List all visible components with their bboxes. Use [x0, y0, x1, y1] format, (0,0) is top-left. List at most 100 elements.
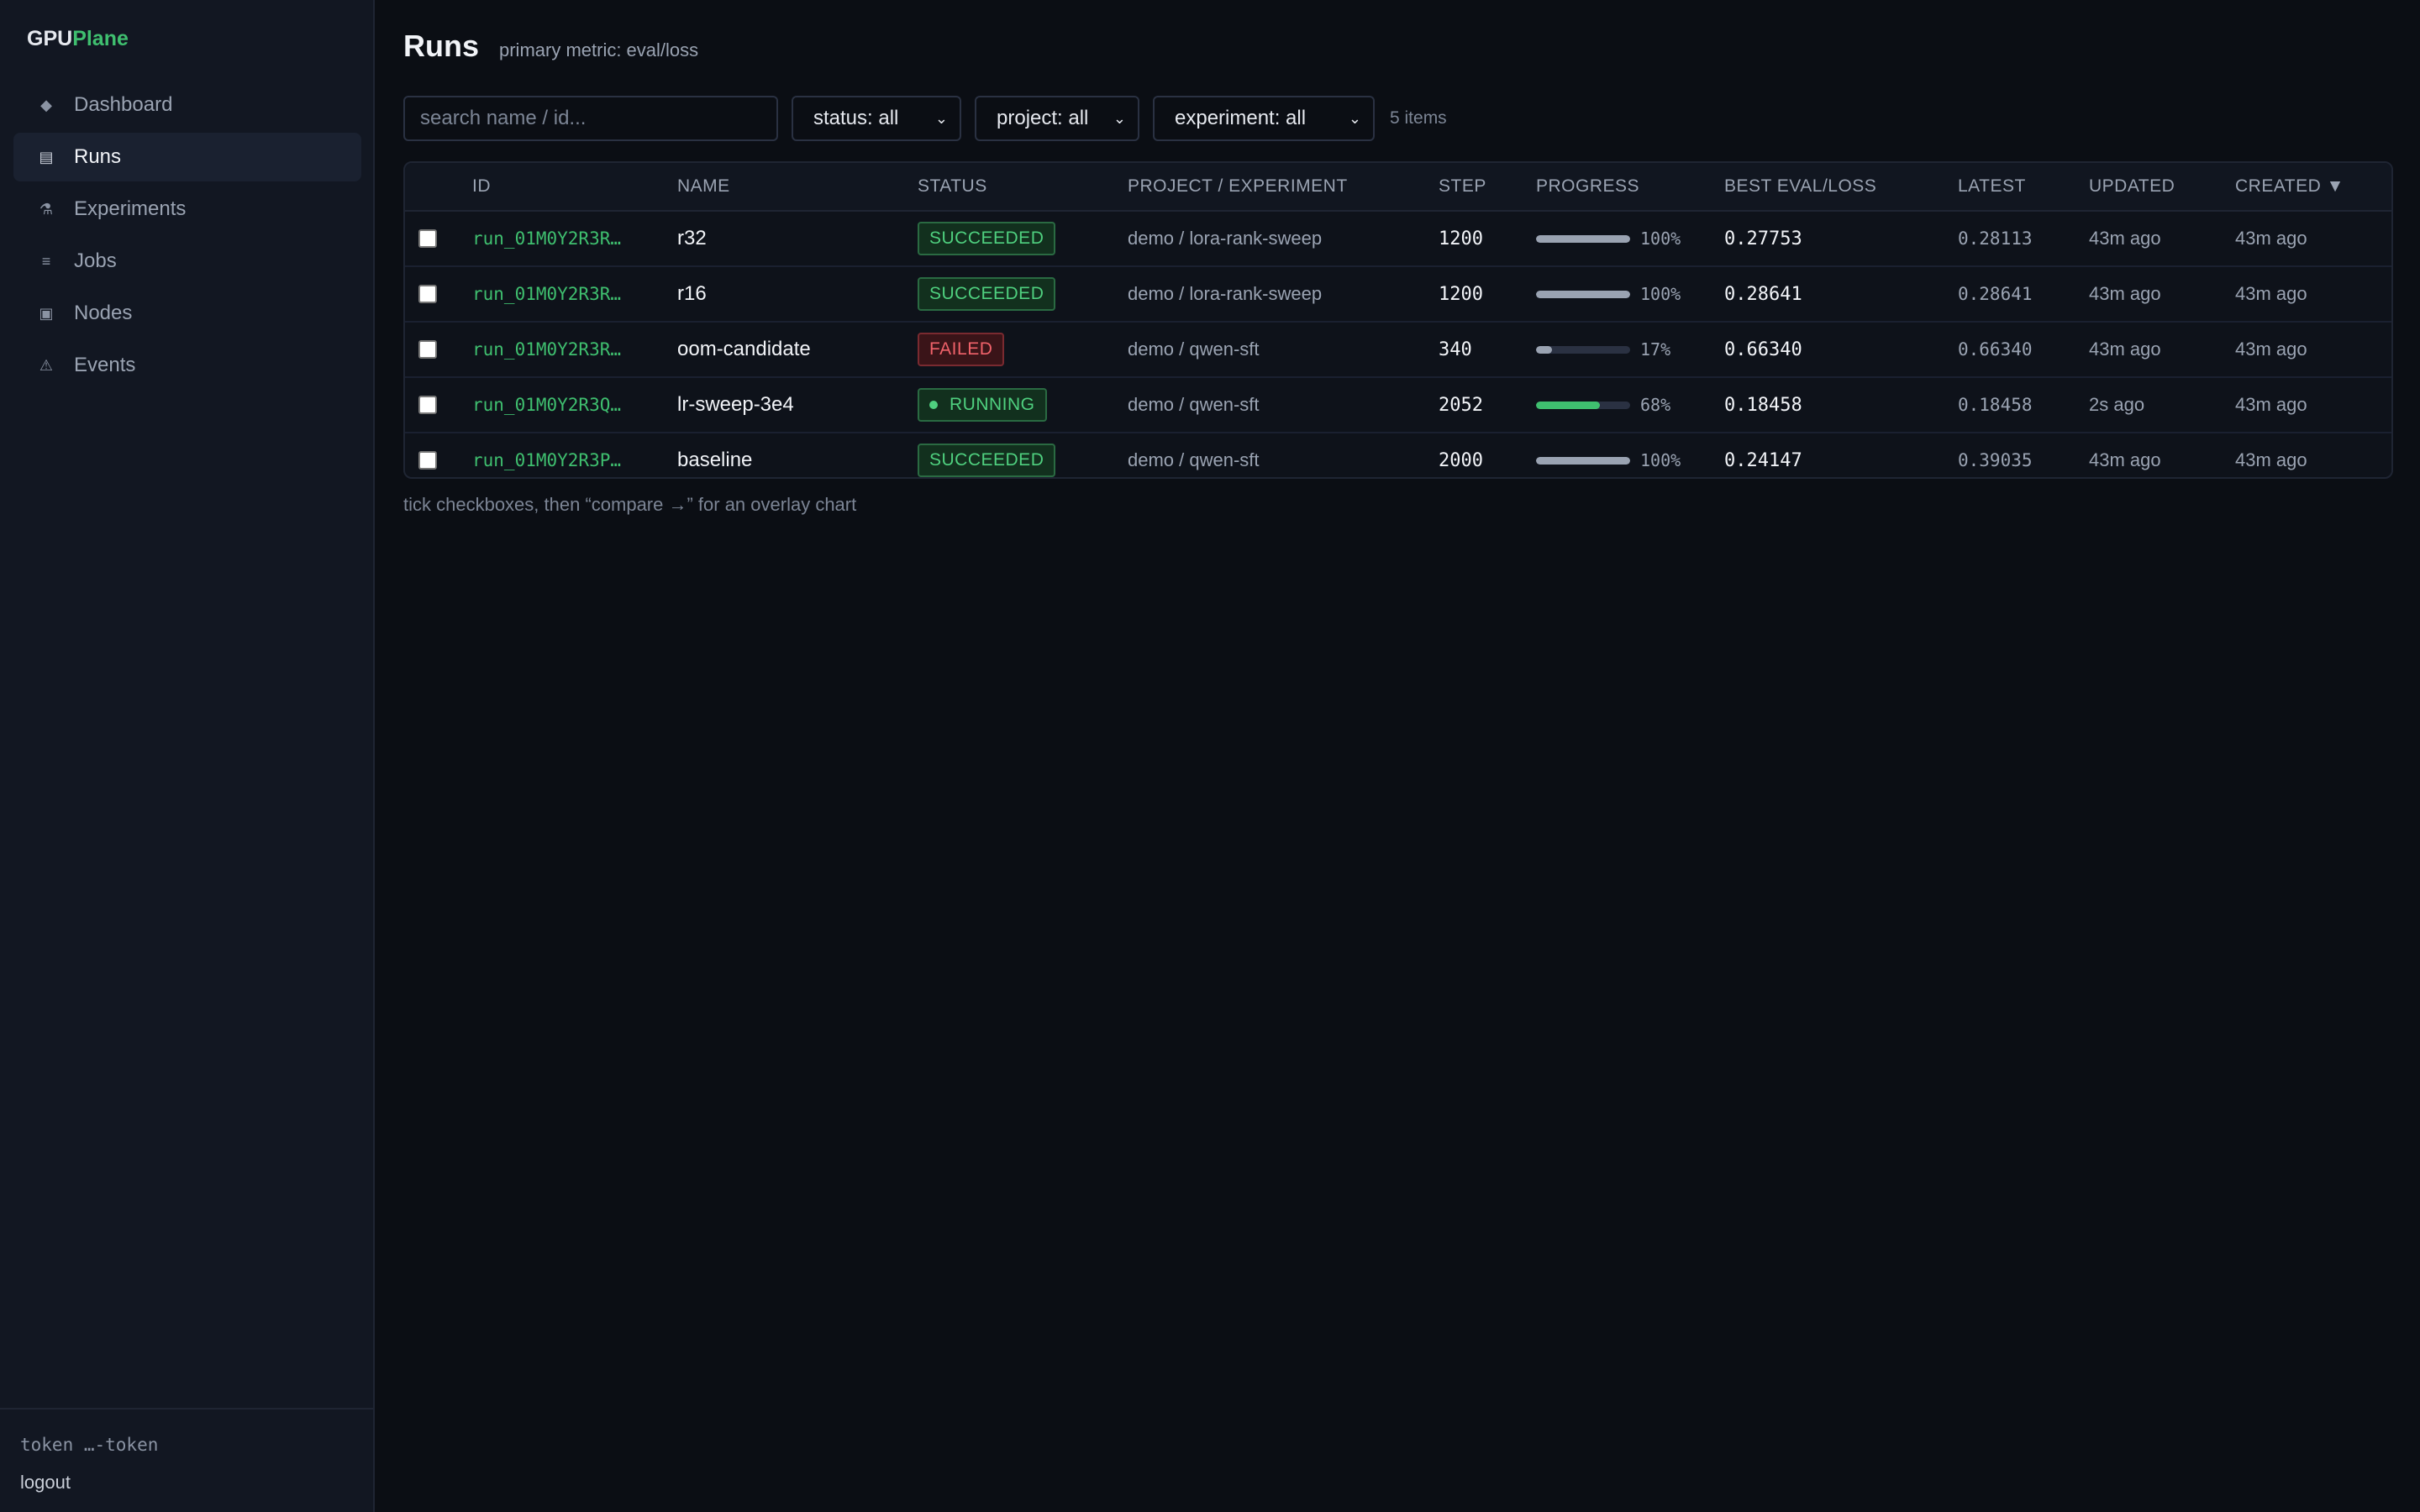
status-text: FAILED	[929, 339, 993, 359]
header-col-best[interactable]: BEST EVAL/LOSS	[1724, 176, 1876, 197]
sidebar-footer: token …-token logout	[0, 1408, 373, 1512]
run-id-link[interactable]: run_01M0Y2R3Q…	[472, 395, 621, 415]
best-eval-loss: 0.66340	[1724, 339, 1802, 360]
table-cell: 100%	[1536, 212, 1681, 265]
step-value: 1200	[1439, 228, 1483, 249]
header-col-latest[interactable]: LATEST	[1958, 176, 2026, 197]
brand-logo[interactable]: GPUPlane	[27, 27, 129, 51]
warning-icon: ⚠	[39, 356, 54, 374]
created-time: 43m ago	[2235, 449, 2307, 470]
sidebar-item-events[interactable]: ⚠ Events	[13, 341, 361, 390]
table-row[interactable]: run_01M0Y2R3R… r16 SUCCEEDED demo / lora-ra…	[405, 267, 2391, 323]
table-cell: oom-candidate	[677, 323, 811, 376]
table-cell: SUCCEEDED	[918, 267, 1056, 321]
sidebar-item-experiments[interactable]: ⚗ Experiments	[13, 185, 361, 234]
header-col-name[interactable]: NAME	[677, 176, 730, 197]
header-col-step[interactable]: STEP	[1439, 176, 1486, 197]
table-cell: 43m ago	[2089, 323, 2161, 376]
header-col-project[interactable]: PROJECT / EXPERIMENT	[1128, 176, 1348, 197]
experiment-filter-select[interactable]: experiment: all ⌄	[1153, 96, 1375, 141]
row-select-checkbox[interactable]	[418, 451, 437, 470]
run-name: r32	[677, 227, 707, 249]
progress-fill	[1536, 345, 1553, 354]
progress-percent: 68%	[1640, 395, 1671, 415]
project-experiment: demo / qwen-sft	[1128, 449, 1260, 470]
search-input[interactable]	[403, 96, 778, 141]
status-filter-select[interactable]: status: all ⌄	[792, 96, 961, 141]
run-id-link[interactable]: run_01M0Y2R3R…	[472, 284, 621, 304]
project-experiment: demo / qwen-sft	[1128, 339, 1260, 360]
filter-bar: status: all ⌄ project: all ⌄ experiment: a…	[403, 96, 1447, 141]
status-badge: SUCCEEDED	[918, 222, 1056, 255]
progress-percent: 17%	[1640, 339, 1671, 360]
table-body: run_01M0Y2R3R… r32 SUCCEEDED demo / lora-ra…	[405, 212, 2391, 477]
table-cell: 340	[1439, 323, 1472, 376]
best-eval-loss: 0.18458	[1724, 394, 1802, 416]
table-row[interactable]: run_01M0Y2R3R… oom-candidate FAILED demo / …	[405, 323, 2391, 378]
progress-fill	[1536, 234, 1630, 243]
table-cell: 0.66340	[1724, 323, 1802, 376]
logout-link[interactable]: logout	[20, 1472, 71, 1494]
table-cell: run_01M0Y2R3P…	[472, 433, 621, 477]
table-cell: 43m ago	[2235, 433, 2307, 477]
table-cell: FAILED	[918, 323, 1005, 376]
header-col-updated[interactable]: UPDATED	[2089, 176, 2175, 197]
step-value: 1200	[1439, 283, 1483, 305]
table-cell: 100%	[1536, 267, 1681, 321]
runs-table: ID NAME STATUS PROJECT / EXPERIMENT STEP PROG…	[403, 161, 2393, 479]
experiment-filter-value: experiment: all	[1175, 107, 1307, 129]
table-cell: 43m ago	[2235, 378, 2307, 432]
sidebar-item-nodes[interactable]: ▣ Nodes	[13, 289, 361, 338]
latest-value: 0.18458	[1958, 395, 2033, 415]
table-cell: run_01M0Y2R3R…	[472, 267, 621, 321]
updated-time: 2s ago	[2089, 394, 2145, 415]
diamond-icon: ◆	[40, 96, 52, 113]
table-cell: lr-sweep-3e4	[677, 378, 794, 432]
row-select-checkbox[interactable]	[418, 340, 437, 359]
created-time: 43m ago	[2235, 394, 2307, 415]
sidebar-item-label: Events	[74, 354, 136, 376]
updated-time: 43m ago	[2089, 283, 2161, 304]
table-row[interactable]: run_01M0Y2R3P… baseline SUCCEEDED demo / qw…	[405, 433, 2391, 477]
run-id-link[interactable]: run_01M0Y2R3P…	[472, 450, 621, 470]
table-cell: 17%	[1536, 323, 1670, 376]
table-row[interactable]: run_01M0Y2R3Q… lr-sweep-3e4 RUNNING demo / …	[405, 378, 2391, 433]
status-badge: SUCCEEDED	[918, 277, 1056, 311]
latest-value: 0.28113	[1958, 228, 2033, 249]
header-col-progress[interactable]: PROGRESS	[1536, 176, 1639, 197]
table-row[interactable]: run_01M0Y2R3R… r32 SUCCEEDED demo / lora-ra…	[405, 212, 2391, 267]
table-cell: demo / lora-rank-sweep	[1128, 212, 1322, 265]
progress-fill	[1536, 401, 1601, 409]
table-cell: 2052	[1439, 378, 1483, 432]
sidebar-item-dashboard[interactable]: ◆ Dashboard	[13, 81, 361, 129]
table-cell: 1200	[1439, 267, 1483, 321]
row-select-checkbox[interactable]	[418, 229, 437, 248]
header-col-created[interactable]: CREATED ▼	[2235, 176, 2344, 197]
table-cell: 43m ago	[2089, 212, 2161, 265]
header-col-status[interactable]: STATUS	[918, 176, 987, 197]
table-cell: SUCCEEDED	[918, 433, 1056, 477]
table-cell: 43m ago	[2235, 323, 2307, 376]
table-cell: r16	[677, 267, 707, 321]
status-text: SUCCEEDED	[929, 228, 1044, 248]
table-cell: 43m ago	[2089, 433, 2161, 477]
status-badge: SUCCEEDED	[918, 444, 1056, 477]
progress-bar	[1536, 290, 1630, 298]
table-cell: r32	[677, 212, 707, 265]
header-col-id[interactable]: ID	[472, 176, 491, 197]
table-cell: 2s ago	[2089, 378, 2144, 432]
run-id-link[interactable]: run_01M0Y2R3R…	[472, 339, 621, 360]
table-cell: 0.27753	[1724, 212, 1802, 265]
row-select-checkbox[interactable]	[418, 285, 437, 303]
sidebar-item-runs[interactable]: ▤ Runs	[13, 133, 361, 181]
flask-icon: ⚗	[39, 200, 54, 218]
chevron-down-icon: ⌄	[934, 109, 948, 127]
project-filter-select[interactable]: project: all ⌄	[975, 96, 1139, 141]
run-name: r16	[677, 282, 707, 305]
run-id-link[interactable]: run_01M0Y2R3R…	[472, 228, 621, 249]
row-select-checkbox[interactable]	[418, 396, 437, 414]
table-cell: demo / qwen-sft	[1128, 323, 1260, 376]
step-value: 2000	[1439, 449, 1483, 471]
runs-icon: ▤	[39, 148, 54, 165]
sidebar-item-jobs[interactable]: ≡ Jobs	[13, 237, 361, 286]
